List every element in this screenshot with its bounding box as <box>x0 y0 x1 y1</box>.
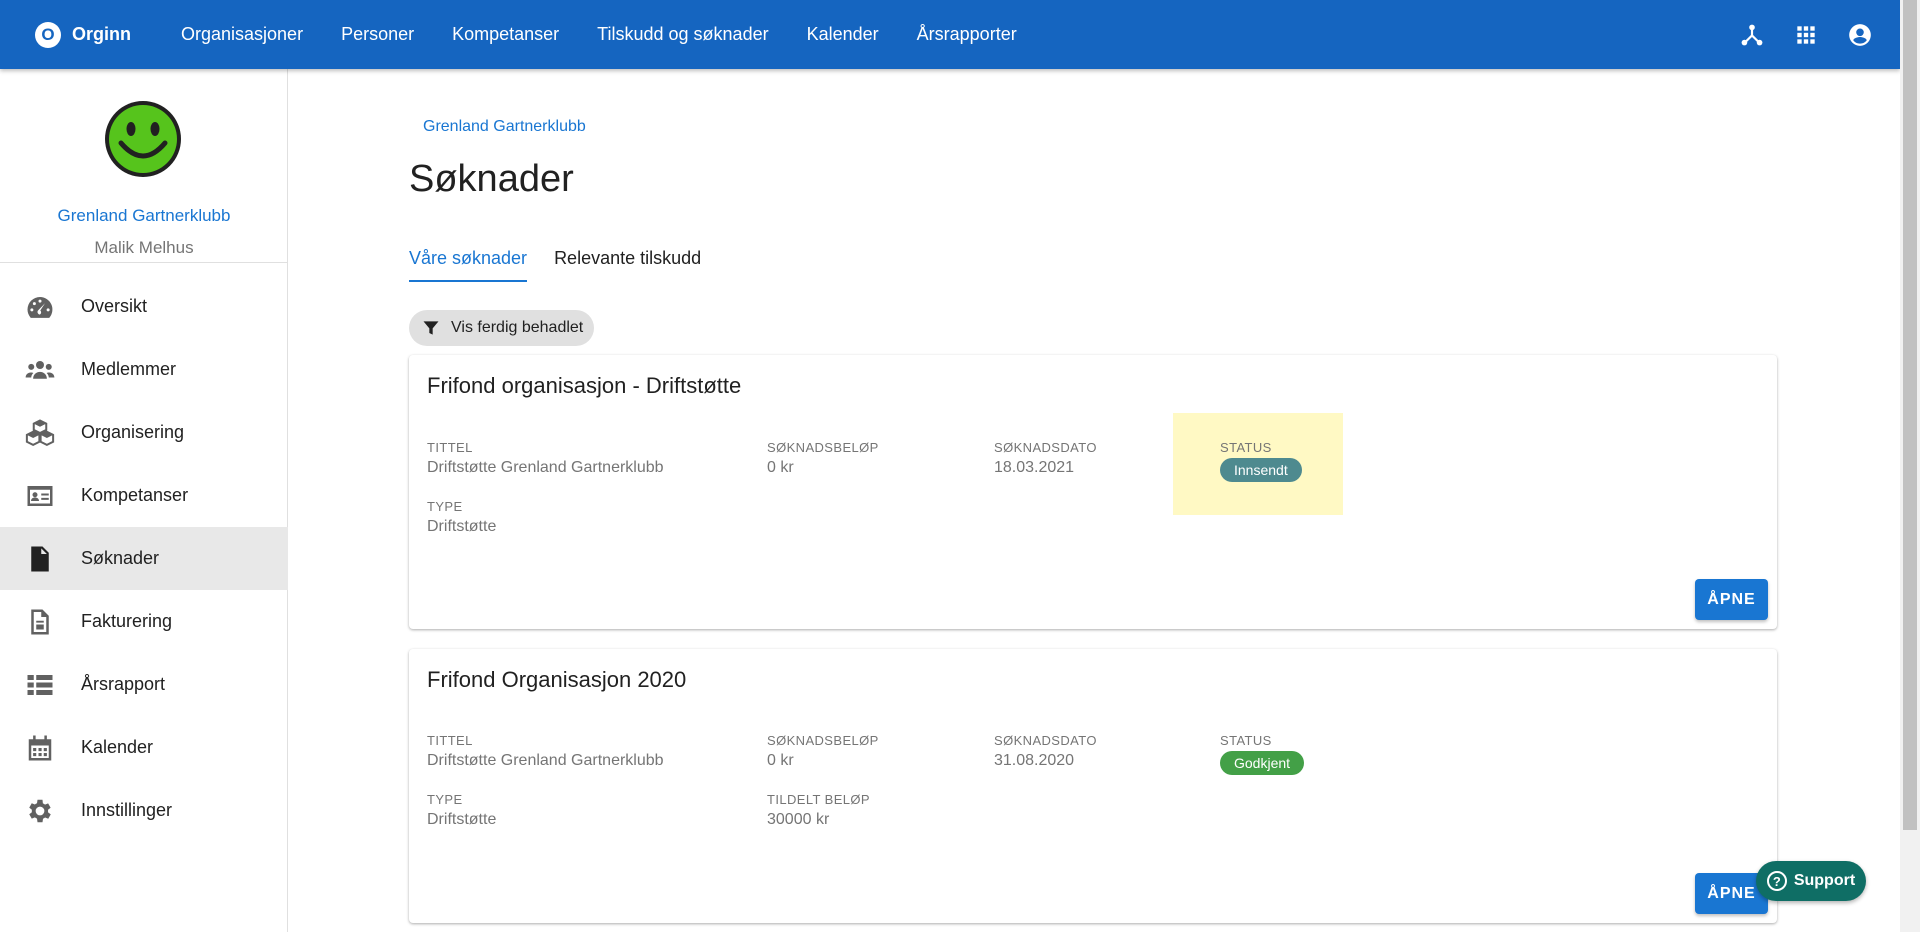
nav-personer[interactable]: Personer <box>341 24 414 45</box>
filter-chip-label: Vis ferdig behadlet <box>451 319 584 336</box>
field-label: Søknadsdato <box>994 733 1097 748</box>
account-circle-icon[interactable] <box>1846 21 1874 49</box>
sidebar-item-label: Søknader <box>81 548 160 568</box>
list-icon <box>24 669 56 701</box>
document-icon <box>24 543 56 575</box>
field-label: Tildelt beløp <box>767 792 870 807</box>
field-status: Status Godkjent <box>1220 733 1305 775</box>
sidebar-menu: Oversikt Medlemmer Organisering Kompetan… <box>0 275 288 842</box>
status-badge: Innsendt <box>1220 458 1302 482</box>
top-app-bar: O Orginn Organisasjoner Personer Kompeta… <box>0 0 1900 69</box>
page-scrollbar[interactable] <box>1900 0 1920 932</box>
smiley-face-avatar <box>105 101 181 177</box>
field-value: Driftstøtte <box>427 518 497 535</box>
sidebar-item-medlemmer[interactable]: Medlemmer <box>0 338 288 401</box>
cubes-icon <box>24 417 56 449</box>
support-button[interactable]: ? Support <box>1756 861 1866 901</box>
sidebar-item-label: Fakturering <box>81 611 173 631</box>
field-soknadsdato: Søknadsdato 31.08.2020 <box>994 733 1097 770</box>
field-label: Tittel <box>427 733 473 748</box>
sidebar-item-label: Kompetanser <box>81 485 189 505</box>
field-value: 0 kr <box>767 459 794 476</box>
sidebar-item-label: Kalender <box>81 737 154 757</box>
tabs: Våre søknader Relevante tilskudd <box>409 246 728 282</box>
field-label: Status <box>1220 440 1272 455</box>
apps-grid-icon[interactable] <box>1792 21 1820 49</box>
breadcrumb[interactable]: Grenland Gartnerklubb <box>423 118 586 136</box>
id-card-icon <box>24 480 56 512</box>
field-type: Type Driftstøtte <box>427 792 496 829</box>
field-label: Type <box>427 499 463 514</box>
dashboard-icon <box>24 291 56 323</box>
application-card-title: Frifond organisasjon - Driftstøtte <box>427 373 742 398</box>
field-label: Søknadsbeløp <box>767 733 879 748</box>
user-name: Malik Melhus <box>94 238 194 257</box>
nav-kalender[interactable]: Kalender <box>807 24 879 45</box>
field-label: Type <box>427 792 463 807</box>
field-type: Type Driftstøtte <box>427 499 496 536</box>
field-value: Driftstøtte Grenland Gartnerklubb <box>427 459 664 476</box>
question-circle-icon: ? <box>1766 871 1787 891</box>
sidebar-item-label: Organisering <box>81 422 185 442</box>
nav-arsrapporter[interactable]: Årsrapporter <box>917 24 1017 45</box>
field-value: 0 kr <box>767 752 794 769</box>
top-actions <box>1738 0 1900 69</box>
nav-tilskudd-og-soknader[interactable]: Tilskudd og søknader <box>597 24 768 45</box>
sidebar-item-innstillinger[interactable]: Innstillinger <box>0 779 288 842</box>
sidebar-item-kalender[interactable]: Kalender <box>0 716 288 779</box>
field-soknadsbelop: Søknadsbeløp 0 kr <box>767 733 879 770</box>
application-card: Frifond organisasjon - Driftstøtte Titte… <box>409 355 1777 629</box>
brand-name: Orginn <box>72 24 131 44</box>
sidebar-item-oversikt[interactable]: Oversikt <box>0 275 288 338</box>
field-label: Søknadsbeløp <box>767 440 879 455</box>
application-card: Frifond Organisasjon 2020 Tittel Driftst… <box>409 649 1777 923</box>
field-value: 18.03.2021 <box>994 459 1075 476</box>
organization-name-link[interactable]: Grenland Gartnerklubb <box>0 206 288 226</box>
field-label: Status <box>1220 733 1272 748</box>
invoice-icon <box>24 606 56 638</box>
page-title: Søknader <box>409 158 574 200</box>
field-label: Søknadsdato <box>994 440 1097 455</box>
brand-logo[interactable]: O Orginn <box>35 21 181 48</box>
filter-chip[interactable]: Vis ferdig behadlet <box>409 310 594 346</box>
filter-icon <box>423 321 439 335</box>
sidebar-item-organisering[interactable]: Organisering <box>0 401 288 464</box>
gear-icon <box>24 795 56 827</box>
field-value: 31.08.2020 <box>994 752 1075 769</box>
field-value: 30000 kr <box>767 811 830 828</box>
field-tittel: Tittel Driftstøtte Grenland Gartnerklubb <box>427 440 664 477</box>
field-tildelt-belop: Tildelt beløp 30000 kr <box>767 792 870 829</box>
top-navigation: Organisasjoner Personer Kompetanser Tils… <box>181 24 1055 45</box>
sidebar-item-label: Oversikt <box>81 296 148 316</box>
sidebar-divider <box>0 262 288 263</box>
field-value: Driftstøtte <box>427 811 497 828</box>
tab-vare-soknader[interactable]: Våre søknader <box>409 246 528 282</box>
calendar-icon <box>24 732 56 764</box>
sidebar-item-label: Medlemmer <box>81 359 177 379</box>
status-badge: Godkjent <box>1220 751 1305 775</box>
sidebar-item-soknader[interactable]: Søknader <box>0 527 288 590</box>
tab-relevante-tilskudd[interactable]: Relevante tilskudd <box>554 246 701 282</box>
field-tittel: Tittel Driftstøtte Grenland Gartnerklubb <box>427 733 664 770</box>
sidebar-item-label: Årsrapport <box>81 674 166 694</box>
sidebar-item-label: Innstillinger <box>81 800 173 820</box>
brand-logo-icon: O <box>35 21 61 48</box>
field-label: Tittel <box>427 440 473 455</box>
sidebar: Grenland Gartnerklubb Malik Melhus Overs… <box>0 69 288 932</box>
application-card-title: Frifond Organisasjon 2020 <box>427 667 687 692</box>
support-label: Support <box>1793 872 1856 889</box>
open-button[interactable]: Åpne <box>1695 579 1768 620</box>
nav-kompetanser[interactable]: Kompetanser <box>452 24 559 45</box>
nav-organisasjoner[interactable]: Organisasjoner <box>181 24 303 45</box>
people-icon <box>24 354 56 386</box>
network-icon[interactable] <box>1738 21 1766 49</box>
field-soknadsdato: Søknadsdato 18.03.2021 <box>994 440 1097 477</box>
sidebar-item-kompetanser[interactable]: Kompetanser <box>0 464 288 527</box>
field-status: Status Innsendt <box>1220 440 1302 482</box>
sidebar-item-arsrapport[interactable]: Årsrapport <box>0 653 288 716</box>
field-value: Driftstøtte Grenland Gartnerklubb <box>427 752 664 769</box>
scrollbar-thumb[interactable] <box>1903 0 1917 830</box>
field-soknadsbelop: Søknadsbeløp 0 kr <box>767 440 879 477</box>
sidebar-item-fakturering[interactable]: Fakturering <box>0 590 288 653</box>
